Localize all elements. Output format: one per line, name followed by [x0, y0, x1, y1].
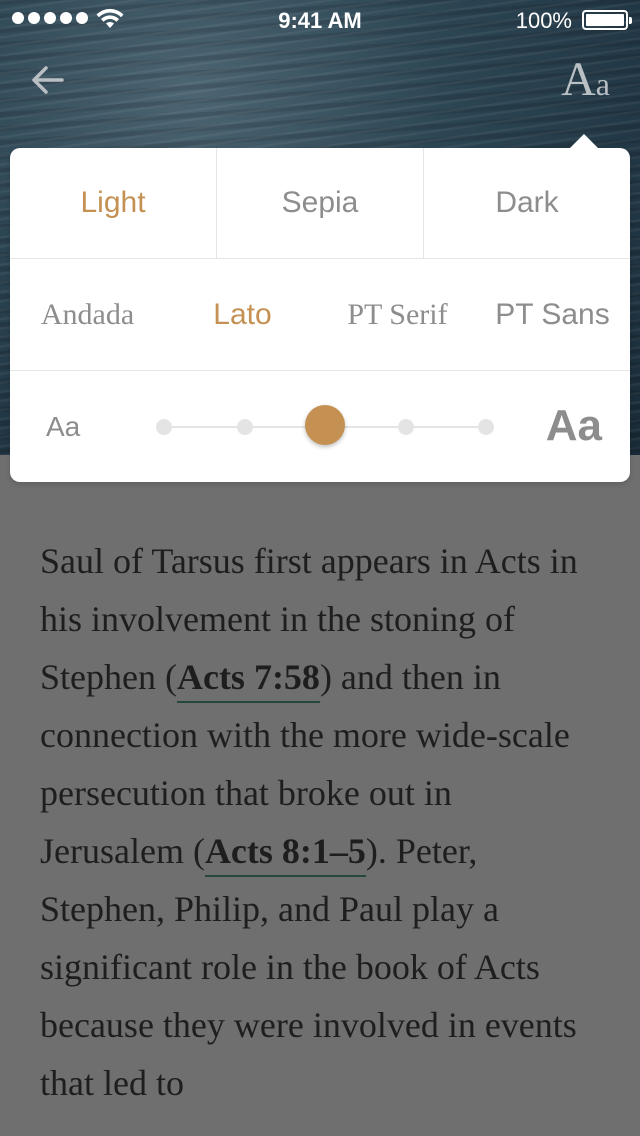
- font-size-slider[interactable]: [156, 405, 494, 445]
- theme-light-option[interactable]: Light: [10, 148, 216, 258]
- scripture-reference-link[interactable]: Acts 8:1–5: [204, 831, 366, 877]
- font-size-slider-thumb[interactable]: [305, 405, 345, 445]
- theme-sepia-option[interactable]: Sepia: [216, 148, 423, 258]
- font-size-selector: Aa Aa: [10, 371, 630, 482]
- article-body: Saul of Tarsus first appears in Acts in …: [40, 532, 600, 1112]
- font-pt-serif-option[interactable]: PT Serif: [320, 259, 475, 370]
- reading-settings-popover: Light Sepia Dark Andada Lato PT Serif PT…: [10, 134, 630, 482]
- font-size-step[interactable]: [236, 419, 253, 435]
- font-settings-button[interactable]: Aa: [561, 56, 610, 104]
- battery-percent: 100%: [515, 8, 572, 33]
- status-bar: 9:41 AM 100%: [0, 0, 640, 40]
- scripture-reference-link[interactable]: Acts 7:58: [176, 657, 320, 703]
- theme-dark-option[interactable]: Dark: [423, 148, 630, 258]
- font-size-large-label: Aa: [545, 401, 602, 450]
- font-size-step[interactable]: [397, 419, 414, 435]
- battery-icon: [582, 10, 632, 30]
- font-andada-option[interactable]: Andada: [10, 259, 165, 370]
- arrow-left-icon: [32, 66, 64, 94]
- font-lato-option[interactable]: Lato: [165, 259, 320, 370]
- font-size-step[interactable]: [156, 419, 172, 435]
- font-size-step[interactable]: [478, 419, 494, 435]
- font-settings-icon-small: a: [595, 66, 610, 102]
- font-pt-sans-option[interactable]: PT Sans: [475, 259, 630, 370]
- back-button[interactable]: [28, 60, 68, 100]
- theme-selector: Light Sepia Dark: [10, 148, 630, 259]
- font-size-small-label: Aa: [46, 411, 81, 442]
- font-settings-icon: A: [561, 53, 596, 106]
- font-selector: Andada Lato PT Serif PT Sans: [10, 259, 630, 371]
